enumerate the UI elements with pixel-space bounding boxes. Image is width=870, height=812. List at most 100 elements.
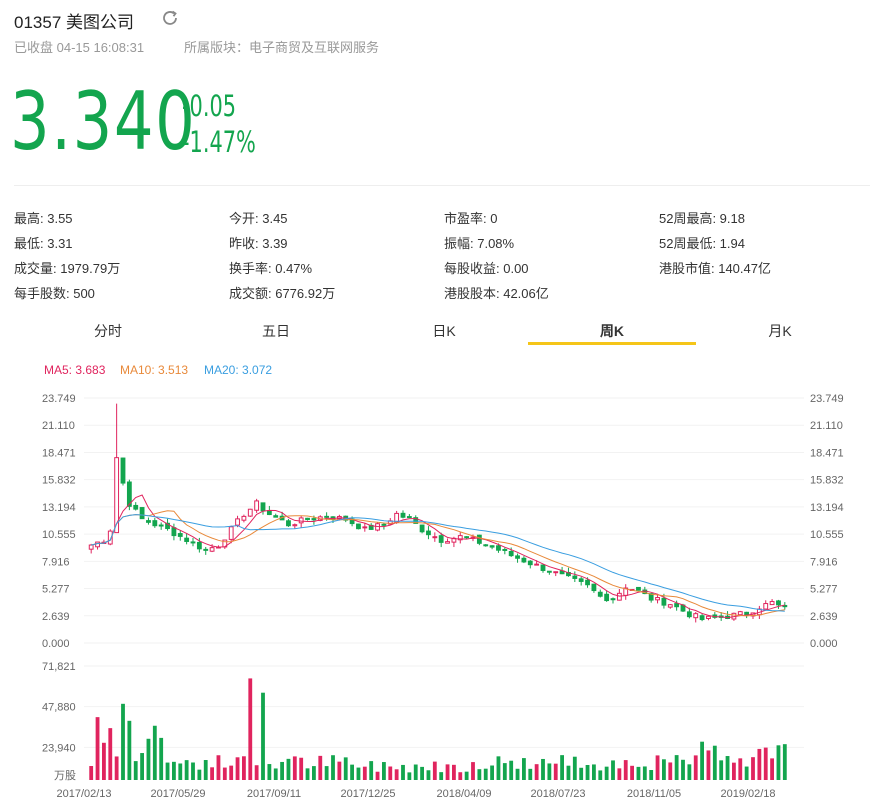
ma20-line bbox=[91, 514, 785, 612]
legend-ma10: MA10: 3.513 bbox=[120, 363, 188, 377]
candle-body bbox=[686, 611, 692, 618]
volume-bar bbox=[662, 759, 666, 780]
volume-bar bbox=[426, 770, 431, 780]
x-tick: 2017/02/13 bbox=[56, 788, 111, 800]
price-tick-left: 5.277 bbox=[42, 584, 70, 596]
candle-body bbox=[744, 611, 750, 616]
tab-4[interactable]: 月K bbox=[696, 318, 864, 344]
volume-bar bbox=[102, 742, 106, 780]
candle-body bbox=[763, 603, 769, 610]
volume-bar bbox=[458, 772, 463, 780]
volume-bar bbox=[738, 758, 743, 780]
candle-body bbox=[667, 604, 673, 608]
price-tick-right: 13.194 bbox=[810, 502, 844, 514]
tab-1[interactable]: 五日 bbox=[192, 318, 360, 344]
candle-body bbox=[661, 597, 667, 606]
volume-bar bbox=[273, 768, 278, 780]
candle-body bbox=[464, 536, 470, 539]
volume-bar bbox=[655, 755, 660, 780]
price-tick-left: 2.639 bbox=[42, 611, 70, 623]
candle-body bbox=[540, 564, 546, 571]
volume-bar bbox=[267, 764, 272, 780]
volume-bar bbox=[725, 756, 730, 780]
tab-0[interactable]: 分时 bbox=[24, 318, 192, 344]
candle-body bbox=[292, 524, 298, 527]
price-tick-right: 0.000 bbox=[810, 638, 838, 650]
price-tick-right: 15.832 bbox=[810, 475, 844, 487]
candle-body bbox=[438, 535, 444, 543]
candle-body bbox=[324, 515, 330, 518]
volume-bar bbox=[356, 767, 361, 780]
ma10-line bbox=[91, 510, 785, 617]
volume-bar bbox=[604, 766, 609, 780]
volume-tick: 47,880 bbox=[42, 702, 76, 714]
volume-bar bbox=[286, 758, 291, 780]
volume-bar bbox=[216, 755, 221, 780]
volume-bar bbox=[305, 768, 310, 780]
price-change: -0.05 bbox=[182, 89, 237, 123]
volume-bar bbox=[611, 760, 615, 780]
volume-bar bbox=[744, 766, 749, 780]
volume-bar bbox=[700, 741, 704, 780]
volume-bar bbox=[362, 766, 367, 780]
candle-body bbox=[254, 500, 260, 511]
volume-bar bbox=[165, 762, 170, 780]
ma5-line bbox=[91, 494, 785, 619]
volume-bar bbox=[649, 770, 654, 780]
refresh-icon[interactable] bbox=[160, 8, 180, 28]
candle-body bbox=[133, 504, 139, 510]
candle-body bbox=[769, 601, 775, 606]
volume-bar bbox=[719, 760, 724, 780]
volume-bar bbox=[369, 761, 374, 780]
candle-body bbox=[152, 520, 158, 527]
candle-body bbox=[88, 544, 94, 550]
volume-bar bbox=[152, 725, 157, 780]
candle-body bbox=[521, 557, 527, 563]
volume-bar bbox=[133, 761, 138, 780]
volume-bar bbox=[782, 744, 787, 780]
candle-body bbox=[578, 578, 584, 582]
volume-bar bbox=[89, 766, 94, 780]
volume-bar bbox=[394, 769, 399, 780]
price-tick-left: 0.000 bbox=[42, 638, 70, 650]
candle-body bbox=[610, 598, 616, 601]
kline-chart[interactable]: MA5: 3.683 MA10: 3.513 MA20: 3.072 23.749 23… bbox=[24, 346, 864, 807]
candle-body bbox=[693, 613, 699, 619]
candle-body bbox=[286, 520, 291, 527]
price-tick-right: 23.749 bbox=[810, 393, 844, 405]
tab-3[interactable]: 周K bbox=[528, 318, 696, 345]
stat-item: 今开: 3.45 bbox=[229, 211, 288, 226]
volume-bar bbox=[706, 750, 711, 780]
candle-body bbox=[737, 611, 743, 616]
candle-body bbox=[177, 533, 183, 537]
candle-body bbox=[311, 518, 317, 521]
volume-bar bbox=[140, 753, 144, 780]
volume-bar bbox=[522, 758, 526, 780]
volume-bar bbox=[229, 765, 234, 780]
volume-bar bbox=[261, 692, 265, 780]
candle-body bbox=[120, 457, 126, 484]
volume-bar bbox=[630, 765, 634, 780]
candle-body bbox=[95, 541, 100, 548]
candle-body bbox=[502, 548, 508, 551]
volume-bar bbox=[382, 762, 386, 780]
candle-body bbox=[158, 524, 164, 527]
volume-bar bbox=[121, 703, 125, 780]
candle-body bbox=[356, 523, 361, 530]
volume-bar bbox=[560, 755, 564, 780]
candle-body bbox=[266, 510, 272, 516]
last-price: 3.340 bbox=[10, 75, 197, 168]
stat-item: 振幅: 7.08% bbox=[444, 236, 515, 251]
candle-body bbox=[527, 560, 533, 566]
stat-item: 成交额: 6776.92万 bbox=[229, 286, 336, 301]
volume-bar bbox=[757, 748, 762, 780]
volume-bar bbox=[95, 717, 100, 780]
candle-body bbox=[553, 571, 559, 574]
candle-body bbox=[235, 518, 240, 526]
price-tick-left: 21.110 bbox=[42, 420, 75, 432]
volume-bar bbox=[776, 745, 781, 780]
candle-body bbox=[616, 592, 622, 601]
volume-bar bbox=[312, 766, 316, 780]
volume-bar bbox=[184, 760, 189, 780]
tab-2[interactable]: 日K bbox=[360, 318, 528, 344]
